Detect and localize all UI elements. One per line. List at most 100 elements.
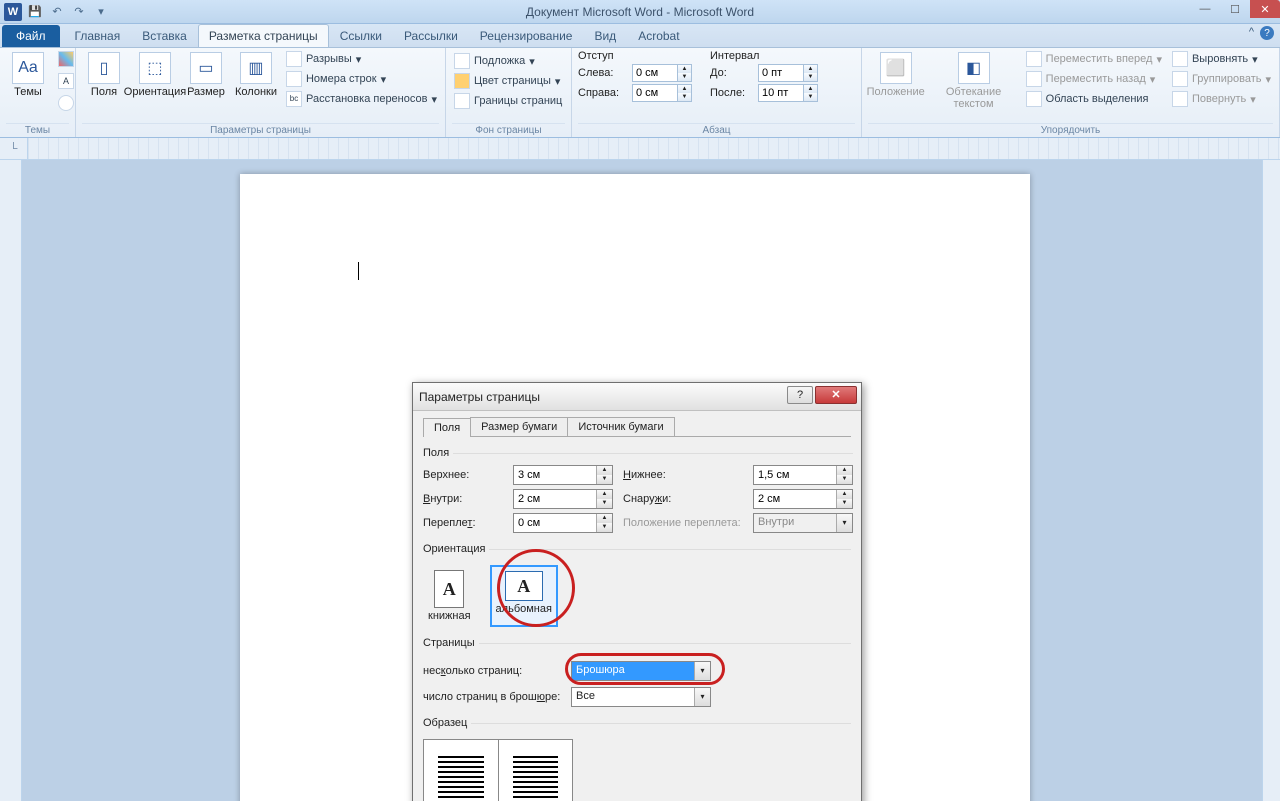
spacing-after-label: После:	[710, 87, 754, 99]
gutter-input[interactable]: ▲▼	[513, 513, 613, 533]
dialog-close-button[interactable]: ✕	[815, 386, 857, 404]
multiple-pages-label: несколько страниц:	[423, 665, 563, 677]
top-margin-label: Верхнее:	[423, 469, 503, 481]
wrap-button: ◧Обтекание текстом	[929, 50, 1017, 112]
document-workspace: Параметры страницы ? ✕ Поля Размер бумаг…	[0, 160, 1280, 801]
theme-fonts-icon[interactable]: A	[56, 72, 76, 90]
page-color-button[interactable]: Цвет страницы ▾	[452, 72, 565, 90]
indent-right-spinner[interactable]: ▲▼	[632, 84, 692, 102]
tab-mailings[interactable]: Рассылки	[393, 24, 469, 47]
send-backward-button: Переместить назад ▾	[1024, 70, 1164, 88]
columns-icon: ▥	[240, 52, 272, 84]
dialog-title: Параметры страницы	[419, 390, 540, 404]
indent-left-label: Слева:	[578, 67, 628, 79]
qat-more-icon[interactable]: ▾	[92, 3, 110, 21]
wrap-icon: ◧	[958, 52, 990, 84]
ruler-corner-icon[interactable]: └	[0, 138, 28, 159]
minimize-button[interactable]: —	[1190, 0, 1220, 18]
spacing-before-label: До:	[710, 67, 754, 79]
word-icon: W	[4, 3, 22, 21]
vertical-ruler[interactable]	[0, 160, 22, 801]
window-title: Документ Microsoft Word - Microsoft Word	[0, 5, 1280, 19]
top-margin-input[interactable]: ▲▼	[513, 465, 613, 485]
dialog-help-button[interactable]: ?	[787, 386, 813, 404]
tab-references[interactable]: Ссылки	[329, 24, 393, 47]
bottom-margin-input[interactable]: ▲▼	[753, 465, 853, 485]
position-icon: ⬜	[880, 52, 912, 84]
preview-pane	[423, 739, 573, 801]
ribbon-tabs: Файл Главная Вставка Разметка страницы С…	[0, 24, 1280, 48]
title-bar: W 💾 ↶ ↷ ▾ Документ Microsoft Word - Micr…	[0, 0, 1280, 24]
tab-home[interactable]: Главная	[64, 24, 132, 47]
dialog-tab-source[interactable]: Источник бумаги	[567, 417, 674, 436]
indent-left-spinner[interactable]: ▲▼	[632, 64, 692, 82]
indent-right-label: Справа:	[578, 87, 628, 99]
theme-colors-icon[interactable]	[56, 50, 76, 68]
window-buttons: — ☐ ✕	[1190, 0, 1280, 18]
ribbon: Aa Темы A Темы ▯Поля ⬚Ориентация ▭Размер…	[0, 48, 1280, 138]
multiple-pages-combo[interactable]: Брошюра▾	[571, 661, 711, 681]
landscape-icon: A	[505, 571, 543, 601]
page-setup-dialog: Параметры страницы ? ✕ Поля Размер бумаг…	[412, 382, 862, 801]
tab-file[interactable]: Файл	[2, 25, 60, 47]
group-themes-label: Темы	[6, 123, 69, 137]
position-button: ⬜Положение	[868, 50, 923, 100]
tab-insert[interactable]: Вставка	[131, 24, 198, 47]
bottom-margin-label: ННижнее:ижнее:	[623, 469, 743, 481]
hyphenation-button[interactable]: bcРасстановка переносов ▾	[284, 90, 439, 108]
size-button[interactable]: ▭Размер	[184, 50, 228, 100]
orientation-landscape-button[interactable]: A альбомная	[490, 565, 558, 627]
dialog-tab-margins[interactable]: Поля	[423, 418, 471, 437]
outside-margin-input[interactable]: ▲▼	[753, 489, 853, 509]
horizontal-ruler[interactable]: └	[0, 138, 1280, 160]
rotate-button: Повернуть ▾	[1170, 90, 1273, 108]
group-arrange-label: Упорядочить	[868, 123, 1273, 137]
dialog-tab-paper[interactable]: Размер бумаги	[470, 417, 568, 436]
group-paragraph-label: Абзац	[578, 123, 855, 137]
group-page-bg-label: Фон страницы	[452, 123, 565, 137]
orientation-portrait-button[interactable]: A книжная	[423, 565, 476, 627]
tab-view[interactable]: Вид	[583, 24, 627, 47]
columns-button[interactable]: ▥Колонки	[234, 50, 278, 100]
quick-access-toolbar: W 💾 ↶ ↷ ▾	[4, 3, 110, 21]
inside-margin-label: Внутри:	[423, 493, 503, 505]
gutter-position-label: Положение переплета:	[623, 517, 743, 529]
tab-page-layout[interactable]: Разметка страницы	[198, 24, 329, 47]
ribbon-minimize-icon[interactable]: ^	[1249, 26, 1254, 40]
group-button: Группировать ▾	[1170, 70, 1273, 88]
page-borders-button[interactable]: Границы страниц	[452, 92, 565, 110]
redo-icon[interactable]: ↷	[70, 3, 88, 21]
align-button[interactable]: Выровнять ▾	[1170, 50, 1273, 68]
gutter-label: Переплет:	[423, 517, 503, 529]
help-icon[interactable]: ?	[1260, 26, 1274, 40]
line-numbers-button[interactable]: Номера строк ▾	[284, 70, 439, 88]
maximize-button[interactable]: ☐	[1220, 0, 1250, 18]
dialog-tabs: Поля Размер бумаги Источник бумаги	[423, 417, 851, 437]
margins-button[interactable]: ▯Поля	[82, 50, 126, 100]
selection-pane-button[interactable]: Область выделения	[1024, 90, 1164, 108]
group-page-setup-label: Параметры страницы	[82, 123, 439, 137]
close-button[interactable]: ✕	[1250, 0, 1280, 18]
gutter-position-combo: Внутри▾	[753, 513, 853, 533]
watermark-button[interactable]: Подложка ▾	[452, 52, 565, 70]
dialog-titlebar[interactable]: Параметры страницы ? ✕	[413, 383, 861, 411]
text-cursor	[358, 262, 359, 280]
sheets-per-booklet-combo[interactable]: Все▾	[571, 687, 711, 707]
spacing-after-spinner[interactable]: ▲▼	[758, 84, 818, 102]
orientation-button[interactable]: ⬚Ориентация	[132, 50, 178, 100]
themes-button[interactable]: Aa Темы	[6, 50, 50, 100]
portrait-icon: A	[434, 570, 464, 608]
orientation-icon: ⬚	[139, 52, 171, 84]
tab-acrobat[interactable]: Acrobat	[627, 24, 690, 47]
breaks-button[interactable]: Разрывы ▾	[284, 50, 439, 68]
save-icon[interactable]: 💾	[26, 3, 44, 21]
theme-effects-icon[interactable]	[56, 94, 76, 112]
sheets-per-booklet-label: число страниц в брошюре:	[423, 691, 563, 703]
inside-margin-input[interactable]: ▲▼	[513, 489, 613, 509]
vertical-scrollbar[interactable]	[1262, 160, 1280, 801]
tab-review[interactable]: Рецензирование	[469, 24, 584, 47]
spacing-before-spinner[interactable]: ▲▼	[758, 64, 818, 82]
bring-forward-button: Переместить вперед ▾	[1024, 50, 1164, 68]
undo-icon[interactable]: ↶	[48, 3, 66, 21]
margins-icon: ▯	[88, 52, 120, 84]
